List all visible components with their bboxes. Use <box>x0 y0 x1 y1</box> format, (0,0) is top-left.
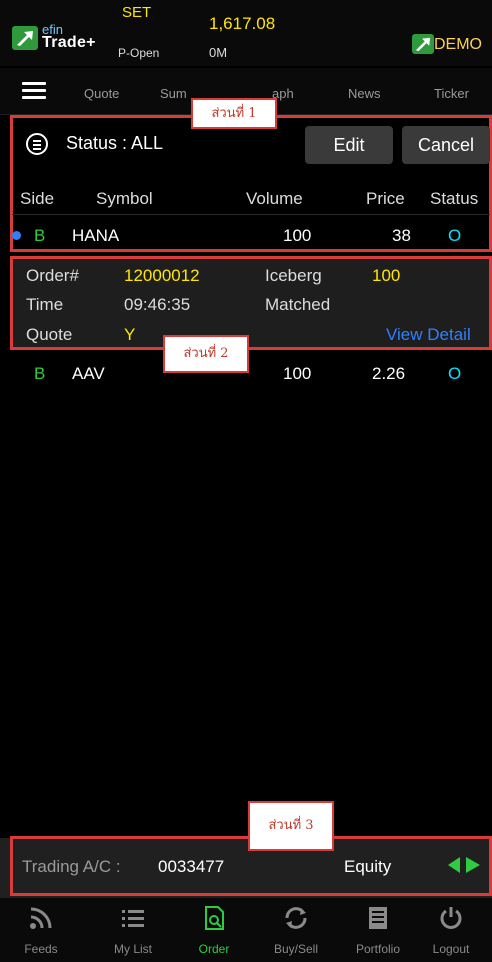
market-index: 1,617.08 <box>209 14 276 33</box>
row-volume: 100 <box>283 364 312 383</box>
nav-label: Buy/Sell <box>273 942 319 956</box>
nav-label: Order <box>198 942 230 956</box>
section-1-callout: ส่วนที่ 1 <box>191 98 277 129</box>
status-filter-label[interactable]: Status : ALL <box>66 133 163 154</box>
row-price: 38 <box>392 226 411 245</box>
row-symbol: HANA <box>72 226 120 245</box>
nav-my-list[interactable]: My List <box>92 900 174 962</box>
nav-label: Feeds <box>24 942 58 956</box>
time-label: Time <box>26 295 64 314</box>
nav-feeds[interactable]: Feeds <box>0 900 82 962</box>
account-type: Equity <box>344 857 392 876</box>
nav-label: My List <box>113 942 152 956</box>
nav-logout[interactable]: Logout <box>410 900 492 962</box>
market-volume: 0M <box>209 45 228 60</box>
portfolio-icon <box>366 906 390 930</box>
row-price: 2.26 <box>372 364 406 383</box>
column-header-volume: Volume <box>246 189 303 208</box>
power-icon <box>439 906 463 930</box>
row-volume: 100 <box>283 226 312 245</box>
efin-logo-icon <box>12 26 38 50</box>
nav-label: Portfolio <box>355 942 401 956</box>
market-status: P-Open <box>118 46 160 60</box>
row-symbol: AAV <box>72 364 105 383</box>
iceberg-label: Iceberg <box>265 266 322 285</box>
nav-portfolio[interactable]: Portfolio <box>337 900 419 962</box>
tab-summary[interactable]: Sum <box>160 86 187 101</box>
iceberg-value: 100 <box>372 266 401 285</box>
tab-quote[interactable]: Quote <box>84 86 119 101</box>
cancel-button[interactable]: Cancel <box>402 126 490 164</box>
market-name[interactable]: SET <box>122 4 151 21</box>
feeds-icon <box>29 906 53 930</box>
tab-news[interactable]: News <box>348 86 381 101</box>
nav-label: Logout <box>432 942 470 956</box>
logo-trade-text: Trade+ <box>42 34 96 51</box>
row-status: O <box>448 364 462 383</box>
matched-label: Matched <box>265 295 331 314</box>
row-side: B <box>34 226 46 245</box>
order-number-label: Order# <box>26 266 79 285</box>
edit-button[interactable]: Edit <box>305 126 393 164</box>
order-icon <box>202 906 226 930</box>
selected-row-dot-icon <box>12 231 21 240</box>
nav-order[interactable]: Order <box>173 900 255 962</box>
demo-label: DEMO <box>434 36 482 53</box>
buysell-icon <box>284 906 308 930</box>
column-header-side: Side <box>20 189 55 208</box>
filter-list-icon[interactable] <box>26 133 48 155</box>
column-header-status: Status <box>430 189 479 208</box>
hamburger-menu-icon[interactable] <box>22 82 46 100</box>
row-side: B <box>34 364 46 383</box>
view-detail-link[interactable]: View Detail <box>386 325 471 345</box>
time-value: 09:46:35 <box>124 295 191 314</box>
order-number-value: 12000012 <box>124 266 200 285</box>
list-icon <box>121 906 145 930</box>
nav-buy-sell[interactable]: Buy/Sell <box>255 900 337 962</box>
trading-account-number[interactable]: 0033477 <box>158 857 224 877</box>
column-header-symbol: Symbol <box>96 189 153 208</box>
quote-value: Y <box>124 325 136 344</box>
quote-label: Quote <box>26 325 73 344</box>
demo-logo-icon <box>412 34 434 54</box>
switch-account-arrows-icon[interactable] <box>448 856 480 874</box>
trading-account-label: Trading A/C : <box>22 857 121 876</box>
row-status: O <box>448 226 462 245</box>
column-header-price: Price <box>366 189 405 208</box>
tab-ticker[interactable]: Ticker <box>434 86 469 101</box>
section-3-callout: ส่วนที่ 3 <box>248 801 334 851</box>
